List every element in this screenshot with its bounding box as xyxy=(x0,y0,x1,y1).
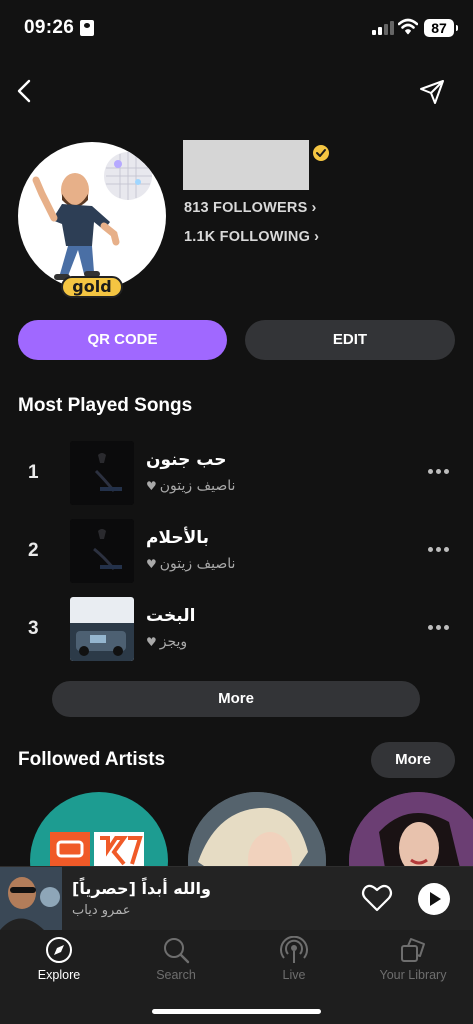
tab-library[interactable]: Your Library xyxy=(363,936,463,982)
song-rank: 1 xyxy=(28,462,39,483)
song-artist-name: ويجز xyxy=(159,634,188,650)
now-playing-art xyxy=(0,867,62,930)
back-chevron-icon[interactable] xyxy=(12,76,38,106)
song-artist-name: ناصيف زيتون xyxy=(159,478,236,494)
share-send-icon[interactable] xyxy=(418,78,446,106)
verified-check-icon xyxy=(313,145,329,161)
now-playing-artist: عمرو دياب xyxy=(72,903,131,918)
song-title: البخت xyxy=(146,606,196,626)
qr-code-button[interactable]: QR CODE xyxy=(18,320,227,360)
song-artist: ♥ ويجز xyxy=(146,634,187,650)
song-row[interactable]: 1 حب جنون ♥ ناصيف زيتون xyxy=(0,441,473,507)
song-options-icon[interactable] xyxy=(428,469,452,475)
chevron-right-icon: › xyxy=(314,229,320,245)
song-cover-art xyxy=(70,597,134,661)
followers-link[interactable]: 813 FOLLOWERS › xyxy=(184,200,316,216)
tab-search-label: Search xyxy=(156,968,196,982)
broadcast-icon xyxy=(280,936,308,963)
home-indicator xyxy=(152,1009,321,1014)
library-icon xyxy=(401,938,425,962)
profile-avatar[interactable] xyxy=(18,142,166,290)
song-options-icon[interactable] xyxy=(428,547,452,553)
compass-icon xyxy=(46,937,72,963)
gold-tier-badge: gold xyxy=(61,276,123,298)
song-rank: 2 xyxy=(28,540,39,561)
edit-profile-button[interactable]: EDIT xyxy=(245,320,455,360)
song-title: حب جنون xyxy=(146,450,227,470)
song-title: بالأحلام xyxy=(146,528,210,548)
most-played-songs-heading: Most Played Songs xyxy=(18,395,193,416)
heart-icon: ♥ xyxy=(146,635,157,649)
tab-search[interactable]: Search xyxy=(126,936,226,982)
wifi-icon xyxy=(398,18,418,35)
heart-icon: ♥ xyxy=(146,557,157,571)
bitmoji-illustration xyxy=(32,152,152,280)
song-artist-name: ناصيف زيتون xyxy=(159,556,236,572)
song-cover-art xyxy=(70,441,134,505)
battery-icon: 87 xyxy=(424,19,458,37)
heart-outline-icon[interactable] xyxy=(361,883,393,913)
status-time: 09:26 xyxy=(24,17,75,38)
following-count: 1.1K FOLLOWING xyxy=(184,229,311,245)
bottom-tab-bar: Explore Search Live Your Library xyxy=(0,930,473,1024)
chevron-right-icon: › xyxy=(311,200,317,216)
song-row[interactable]: 2 بالأحلام ♥ ناصيف زيتون xyxy=(0,519,473,585)
status-bar: 09:26 87 xyxy=(0,0,473,56)
now-playing-bar[interactable]: والله أبداً [حصرياً] عمرو دياب xyxy=(0,866,473,930)
song-row[interactable]: 3 البخت ♥ ويجز xyxy=(0,597,473,663)
more-songs-button[interactable]: More xyxy=(52,681,420,717)
tab-library-label: Your Library xyxy=(379,968,447,982)
heart-icon: ♥ xyxy=(146,479,157,493)
followers-count: 813 FOLLOWERS xyxy=(184,200,308,216)
song-options-icon[interactable] xyxy=(428,625,452,631)
followed-artists-heading: Followed Artists xyxy=(18,749,166,770)
song-rank: 3 xyxy=(28,618,39,639)
search-icon xyxy=(164,938,190,964)
tab-explore[interactable]: Explore xyxy=(9,936,109,982)
profile-name-redacted xyxy=(183,140,309,190)
tab-live[interactable]: Live xyxy=(244,936,344,982)
song-artist: ♥ ناصيف زيتون xyxy=(146,556,235,572)
now-playing-title: والله أبداً [حصرياً] xyxy=(72,879,211,898)
song-cover-art xyxy=(70,519,134,583)
cellular-signal-icon xyxy=(372,21,394,35)
following-link[interactable]: 1.1K FOLLOWING › xyxy=(184,229,319,245)
id-card-icon xyxy=(80,20,94,36)
play-button[interactable] xyxy=(418,883,450,915)
tab-explore-label: Explore xyxy=(37,968,81,982)
more-artists-button[interactable]: More xyxy=(371,742,455,778)
tab-live-label: Live xyxy=(282,968,306,982)
song-artist: ♥ ناصيف زيتون xyxy=(146,478,235,494)
